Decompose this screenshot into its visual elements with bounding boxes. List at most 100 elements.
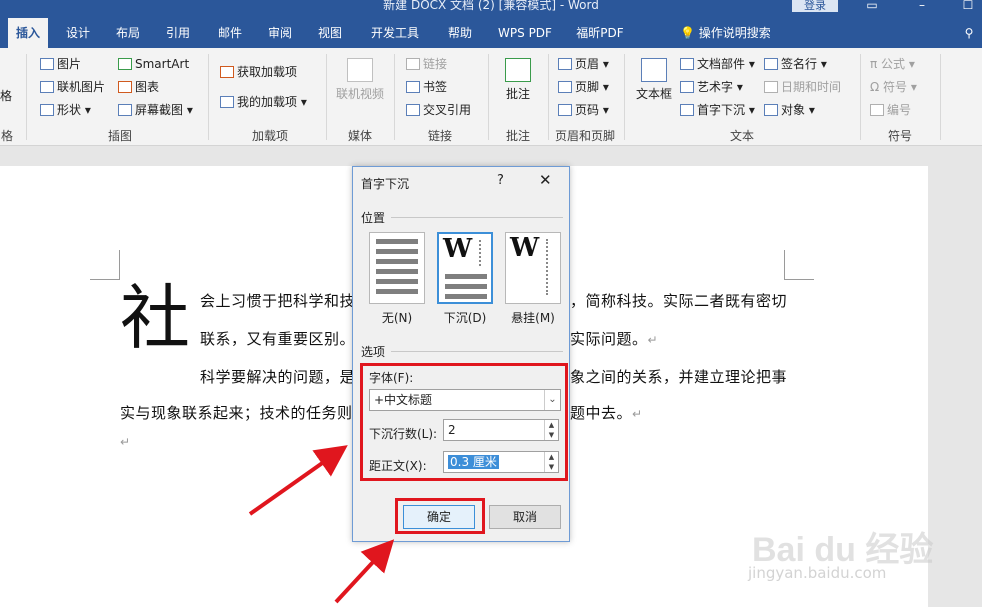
w-glyph-icon: W	[443, 234, 473, 264]
group-label-illustrations: 插图	[107, 129, 132, 143]
option-in-margin-label[interactable]: 悬挂(M)	[503, 309, 563, 326]
group-separator	[26, 54, 27, 140]
textbox-button[interactable]: 文本框	[632, 58, 676, 102]
text-line[interactable]: 科学要解决的问题，是	[200, 366, 355, 387]
tab-developer[interactable]: 开发工具	[362, 18, 428, 48]
dropcap-dialog: 首字下沉 ? ✕ 位置 无(N) W 下沉(D) W 悬挂(M) 选项 字体(F…	[352, 166, 570, 542]
cross-reference-button[interactable]: 交叉引用	[406, 100, 471, 120]
preview-line	[376, 269, 418, 274]
group-separator	[548, 54, 549, 140]
maximize-icon[interactable]: ☐	[958, 0, 978, 12]
quick-parts-icon	[680, 58, 694, 70]
screenshot-icon	[118, 104, 132, 116]
calendar-icon	[764, 81, 778, 93]
tab-foxit-pdf[interactable]: 福昕PDF	[568, 18, 632, 48]
preview-line	[376, 289, 418, 294]
numbering-button[interactable]: 编号	[870, 100, 911, 120]
chart-label: 图表	[135, 80, 160, 94]
header-button[interactable]: 页眉 ▾	[558, 54, 609, 74]
quick-parts-button[interactable]: 文档部件 ▾	[680, 54, 755, 74]
object-button[interactable]: 对象 ▾	[764, 100, 815, 120]
group-label-links: 链接	[427, 129, 452, 143]
online-video-label: 联机视频	[335, 87, 384, 101]
option-dropped-label[interactable]: 下沉(D)	[435, 309, 495, 326]
group-separator	[860, 54, 861, 140]
signature-label: 签名行	[781, 57, 818, 71]
empty-paragraph[interactable]: ↵	[120, 432, 131, 450]
my-addins-button[interactable]: 我的加载项 ▾	[220, 92, 307, 112]
online-pictures-button[interactable]: 联机图片	[40, 77, 105, 97]
dropcap-button[interactable]: 首字下沉 ▾	[680, 100, 755, 120]
tell-me-label: 操作说明搜索	[698, 26, 771, 40]
highlight-options-box	[360, 363, 568, 481]
signature-icon	[764, 58, 778, 70]
link-button[interactable]: 链接	[406, 54, 447, 74]
wordart-icon	[680, 81, 694, 93]
lightbulb-icon: 💡	[680, 26, 699, 40]
shapes-button[interactable]: 形状 ▾	[40, 100, 91, 120]
highlight-ok-button-box	[395, 498, 485, 534]
get-addins-button[interactable]: 获取加载项	[220, 62, 297, 82]
group-separator	[940, 54, 941, 140]
text-line[interactable]: 象之间的关系，并建立理论把事	[570, 366, 787, 387]
text-line[interactable]: 会上习惯于把科学和技	[200, 290, 355, 311]
date-time-button[interactable]: 日期和时间	[764, 77, 841, 97]
tab-view[interactable]: 视图	[308, 18, 352, 48]
minimize-icon[interactable]: –	[912, 0, 932, 12]
text-line[interactable]: 实际问题。↵	[570, 328, 658, 349]
option-in-margin[interactable]: W	[505, 232, 561, 304]
signature-line-button[interactable]: 签名行 ▾	[764, 54, 827, 74]
chart-button[interactable]: 图表	[118, 77, 159, 97]
table-button-fragment[interactable]: 格	[0, 86, 12, 106]
link-label: 链接	[423, 57, 448, 71]
option-none[interactable]	[369, 232, 425, 304]
cancel-button[interactable]: 取消	[489, 505, 561, 529]
share-icon[interactable]: ⚲	[958, 18, 980, 48]
title-bar: 新建 DOCX 文档 (2) [兼容模式] - Word 登录 ▭ – ☐	[0, 0, 982, 18]
paragraph-mark: ↵	[632, 407, 643, 421]
dropcap-label: 首字下沉	[697, 103, 746, 117]
tab-references[interactable]: 引用	[156, 18, 200, 48]
tab-layout[interactable]: 布局	[106, 18, 150, 48]
tell-me-search[interactable]: 💡 操作说明搜索	[680, 18, 771, 48]
tab-help[interactable]: 帮助	[438, 18, 482, 48]
tab-review[interactable]: 审阅	[258, 18, 302, 48]
tab-insert[interactable]: 插入	[8, 18, 48, 48]
equation-label: 公式	[881, 57, 906, 71]
smartart-button[interactable]: SmartArt	[118, 54, 189, 74]
text-line[interactable]: 实与现象联系起来；技术的任务则	[120, 402, 353, 423]
option-none-label[interactable]: 无(N)	[367, 309, 427, 326]
bookmark-button[interactable]: 书签	[406, 77, 447, 97]
group-separator	[208, 54, 209, 140]
pictures-button[interactable]: 图片	[40, 54, 81, 74]
ribbon-display-icon[interactable]: ▭	[862, 0, 882, 12]
cross-reference-icon	[406, 104, 420, 116]
tab-design[interactable]: 设计	[56, 18, 100, 48]
option-dropped[interactable]: W	[437, 232, 493, 304]
screenshot-button[interactable]: 屏幕截图 ▾	[118, 100, 193, 120]
footer-button[interactable]: 页脚 ▾	[558, 77, 609, 97]
preview-line	[376, 249, 418, 254]
symbol-label: 符号	[882, 80, 907, 94]
text-line[interactable]: ，简称科技。实际二者既有密切	[570, 290, 787, 311]
close-icon[interactable]: ✕	[539, 171, 552, 189]
dropcap-character[interactable]: 社	[120, 278, 190, 358]
symbol-button[interactable]: Ω 符号 ▾	[870, 77, 917, 97]
equation-button[interactable]: π 公式 ▾	[870, 54, 915, 74]
footer-label: 页脚	[575, 80, 600, 94]
tab-mailings[interactable]: 邮件	[208, 18, 252, 48]
login-button[interactable]: 登录	[792, 0, 838, 12]
help-icon[interactable]: ?	[497, 173, 504, 188]
online-video-button[interactable]: 联机视频	[332, 58, 388, 102]
preview-line	[376, 239, 418, 244]
preview-line	[445, 294, 487, 299]
bookmark-label: 书签	[423, 80, 448, 94]
w-glyph-icon: W	[510, 233, 540, 263]
page-number-button[interactable]: 页码 ▾	[558, 100, 609, 120]
tab-wps-pdf[interactable]: WPS PDF	[490, 18, 560, 48]
comment-button[interactable]: 批注	[498, 58, 538, 102]
text-line[interactable]: 题中去。↵	[570, 402, 643, 423]
text-line[interactable]: 联系，又有重要区别。	[200, 328, 355, 349]
wordart-button[interactable]: 艺术字 ▾	[680, 77, 743, 97]
page-number-label: 页码	[575, 103, 600, 117]
